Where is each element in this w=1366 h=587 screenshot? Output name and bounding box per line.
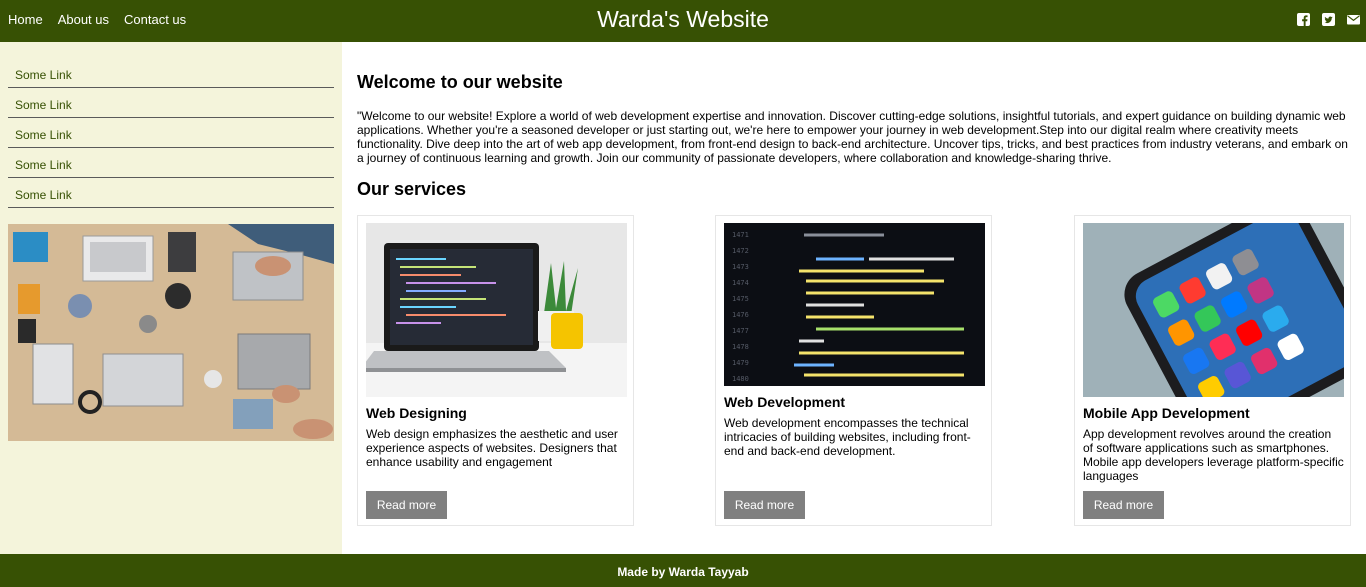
twitter-icon[interactable] [1322, 13, 1335, 26]
card-text: App development revolves around the crea… [1083, 427, 1344, 483]
card-title: Web Designing [366, 405, 467, 421]
read-more-button[interactable]: Read more [366, 491, 447, 519]
sidebar-link[interactable]: Some Link [8, 58, 334, 88]
svg-text:1478: 1478 [732, 343, 749, 351]
sidebar-workspace-photo [8, 224, 334, 441]
social-links [1285, 13, 1360, 26]
card-title: Web Development [724, 394, 846, 410]
read-more-button[interactable]: Read more [724, 491, 805, 519]
sidebar-link[interactable]: Some Link [8, 118, 334, 148]
sidebar-link[interactable]: Some Link [8, 148, 334, 178]
svg-text:1480: 1480 [732, 375, 749, 383]
site-header: Home About us Contact us Warda's Website [0, 0, 1366, 42]
intro-paragraph: "Welcome to our website! Explore a world… [357, 109, 1348, 165]
svg-text:1477: 1477 [732, 327, 749, 335]
welcome-heading: Welcome to our website [357, 72, 563, 92]
code-photo: 1471 1472 1473 1474 1475 1476 1477 1478 … [724, 223, 985, 386]
sidebar-links: Some Link Some Link Some Link Some Link … [8, 58, 334, 208]
svg-text:1472: 1472 [732, 247, 749, 255]
svg-text:1475: 1475 [732, 295, 749, 303]
services-heading: Our services [357, 179, 467, 199]
email-icon[interactable] [1347, 13, 1360, 26]
read-more-button[interactable]: Read more [1083, 491, 1164, 519]
sidebar: Some Link Some Link Some Link Some Link … [0, 42, 342, 554]
site-title: Warda's Website [597, 6, 769, 32]
facebook-icon[interactable] [1297, 13, 1310, 26]
svg-text:1473: 1473 [732, 263, 749, 271]
card-text: Web development encompasses the technica… [724, 416, 971, 458]
service-card-web-development: 1471 1472 1473 1474 1475 1476 1477 1478 … [715, 215, 992, 526]
sidebar-link[interactable]: Some Link [8, 88, 334, 118]
card-text: Web design emphasizes the aesthetic and … [366, 427, 618, 469]
site-footer: Made by Warda Tayyab [0, 554, 1366, 587]
service-card-web-designing: Web Designing Web design emphasizes the … [357, 215, 634, 526]
card-title: Mobile App Development [1083, 405, 1250, 421]
service-card-mobile-app-development: Mobile App Development App development r… [1074, 215, 1351, 526]
svg-text:1476: 1476 [732, 311, 749, 319]
svg-text:1471: 1471 [732, 231, 749, 239]
laptop-photo [366, 223, 627, 397]
svg-text:1474: 1474 [732, 279, 749, 287]
svg-text:1479: 1479 [732, 359, 749, 367]
smartphone-photo [1083, 223, 1344, 397]
sidebar-link[interactable]: Some Link [8, 178, 334, 208]
